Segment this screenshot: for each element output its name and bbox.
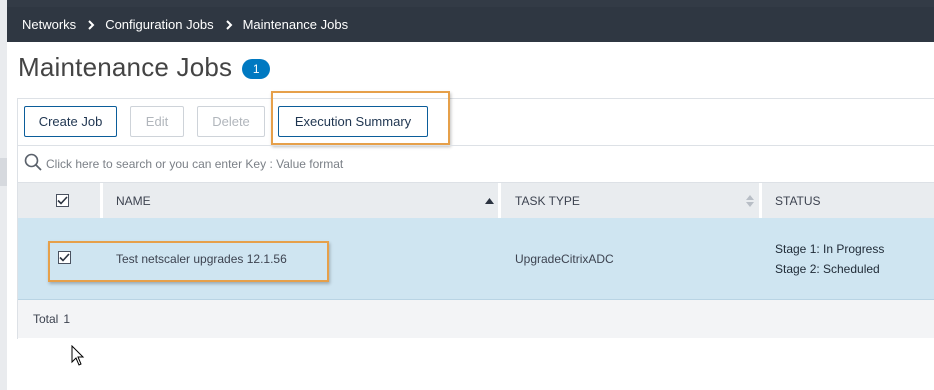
status-cell: Stage 1: In Progress Stage 2: Scheduled bbox=[775, 239, 884, 279]
stage-label: Stage 2: bbox=[775, 262, 820, 276]
title-row: Maintenance Jobs 1 bbox=[18, 52, 271, 83]
execution-summary-highlight bbox=[271, 91, 450, 145]
search-input[interactable]: Click here to search or you can enter Ke… bbox=[46, 157, 343, 171]
column-divider bbox=[100, 183, 103, 218]
left-edge-marker bbox=[0, 158, 7, 186]
select-all-checkbox[interactable] bbox=[56, 183, 69, 218]
edit-button[interactable]: Edit bbox=[130, 106, 184, 137]
stage-value: In Progress bbox=[823, 242, 885, 256]
sort-ascending-icon[interactable] bbox=[485, 183, 494, 218]
column-header-status[interactable]: STATUS bbox=[775, 183, 821, 218]
stage-value: Scheduled bbox=[823, 262, 880, 276]
job-count-badge: 1 bbox=[242, 58, 271, 79]
breadcrumb: Networks Configuration Jobs Maintenance … bbox=[7, 7, 934, 42]
search-icon bbox=[24, 153, 42, 176]
breadcrumb-configuration-jobs[interactable]: Configuration Jobs bbox=[105, 17, 213, 32]
create-job-button[interactable]: Create Job bbox=[24, 106, 117, 137]
toolbar: Create Job Edit Delete Execution Summary bbox=[18, 91, 934, 145]
left-edge-strip bbox=[0, 0, 7, 390]
jobs-panel: Create Job Edit Delete Execution Summary… bbox=[17, 91, 934, 339]
column-divider bbox=[759, 183, 762, 218]
column-header-task-type[interactable]: TASK TYPE bbox=[515, 183, 580, 218]
page-title: Maintenance Jobs bbox=[18, 52, 233, 82]
delete-button[interactable]: Delete bbox=[197, 106, 265, 137]
stage-label: Stage 1: bbox=[775, 242, 820, 256]
table-footer: Total 1 bbox=[18, 300, 934, 338]
column-header-name[interactable]: NAME bbox=[116, 183, 151, 218]
top-border bbox=[7, 0, 934, 7]
table-header: NAME TASK TYPE STATUS bbox=[18, 183, 934, 218]
total-value: 1 bbox=[63, 312, 71, 326]
status-stage-1: Stage 1: In Progress bbox=[775, 239, 884, 259]
total-label: Total bbox=[33, 312, 59, 326]
status-stage-2: Stage 2: Scheduled bbox=[775, 259, 884, 279]
task-type: UpgradeCitrixADC bbox=[515, 252, 614, 266]
mouse-cursor-icon bbox=[71, 344, 85, 372]
sort-icon[interactable] bbox=[746, 183, 754, 218]
chevron-right-icon bbox=[88, 19, 95, 30]
breadcrumb-maintenance-jobs: Maintenance Jobs bbox=[242, 17, 349, 32]
table-row[interactable]: Test netscaler upgrades 12.1.56 UpgradeC… bbox=[18, 218, 934, 300]
chevron-right-icon bbox=[225, 19, 233, 30]
search-bar[interactable]: Click here to search or you can enter Ke… bbox=[18, 145, 934, 183]
breadcrumb-networks[interactable]: Networks bbox=[22, 17, 76, 32]
job-name[interactable]: Test netscaler upgrades 12.1.56 bbox=[116, 252, 287, 266]
column-divider bbox=[498, 183, 501, 218]
